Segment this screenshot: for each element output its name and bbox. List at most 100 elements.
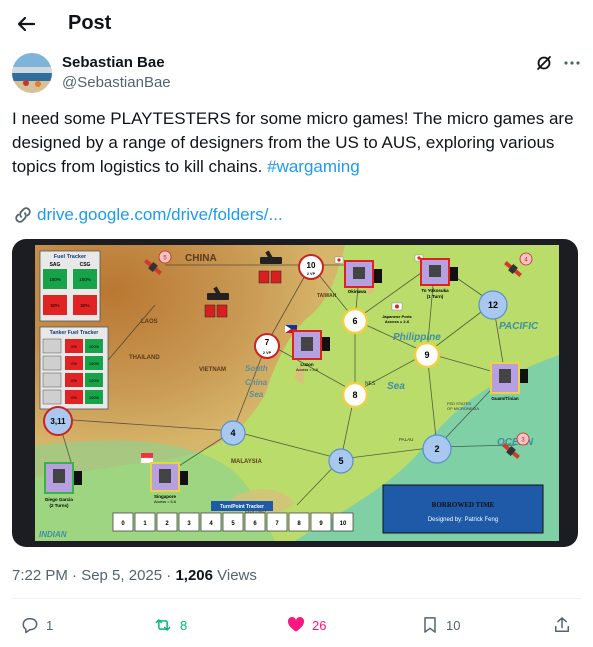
back-button[interactable]: [12, 10, 40, 38]
node-label: 4: [230, 428, 235, 438]
base-label: Diego Garcia: [45, 497, 73, 502]
drive-link-text: drive.google.com/drive/folders/...: [37, 205, 283, 224]
bookmark-button[interactable]: 10: [420, 613, 460, 637]
vp-label: 2 VP: [307, 272, 316, 276]
fuel-tracker: Fuel Tracker SAG CSG 100% 100% 50% 50%: [39, 250, 101, 322]
post-header: Post: [0, 0, 593, 50]
sea-philippine-sea: Sea: [387, 381, 405, 392]
tweet-text: I need some PLAYTESTERS for some micro g…: [12, 107, 577, 179]
sea-philippine: Philippine: [393, 332, 441, 343]
page-title: Post: [68, 12, 112, 34]
more-icon: [564, 61, 580, 65]
sea-china: China: [245, 378, 268, 387]
fuel-cell: 50%: [80, 303, 89, 308]
repost-button[interactable]: 8: [152, 613, 187, 637]
base-label: (1 Turn): [427, 294, 444, 299]
post-timestamp[interactable]: 7:22 PM · Sep 5, 2025 ·: [12, 567, 175, 584]
fuel-cell: 100%: [49, 277, 61, 282]
tanker-cell: 100%: [89, 361, 100, 366]
tanker-cell: 100%: [89, 395, 100, 400]
vp-label: 2 VP: [263, 351, 272, 355]
tanker-tracker-title: Tanker Fuel Tracker: [50, 330, 99, 336]
more-options-button[interactable]: [562, 53, 582, 73]
avatar-image: [12, 53, 52, 93]
like-button[interactable]: 26: [286, 613, 326, 637]
reply-button[interactable]: 1: [20, 613, 53, 637]
repost-icon: [155, 619, 171, 631]
sea-south: South: [245, 364, 268, 373]
fuel-header-csg: CSG: [80, 262, 91, 268]
fuel-tracker-title: Fuel Tracker: [54, 254, 87, 260]
ocean-indian: INDIAN: [39, 530, 67, 539]
region-nes: NES: [365, 381, 376, 387]
region-taiwan: TAIWAN: [317, 293, 337, 299]
tanker-cell: 100%: [89, 378, 100, 383]
fuel-header-sag: SAG: [50, 262, 61, 268]
game-designer: Designed by: Patrick Feng: [428, 517, 498, 523]
node-label: 12: [488, 300, 498, 310]
tanker-fuel-tracker: Tanker Fuel Tracker 0% 100% 0% 100% 0% 1…: [39, 326, 109, 410]
author-handle[interactable]: @SebastianBae: [62, 74, 171, 91]
tweet-media[interactable]: Fuel Tracker SAG CSG 100% 100% 50% 50% T…: [12, 239, 578, 547]
region-vietnam: VIETNAM: [199, 367, 226, 373]
like-count: 26: [312, 617, 327, 633]
node-label: 6: [352, 316, 357, 326]
link-icon: [15, 207, 31, 223]
turn-tracker-title: Turn/Point Tracker: [220, 504, 264, 510]
fuel-cell: 100%: [79, 277, 91, 282]
turn-cell-label: 10: [340, 521, 347, 527]
sea-sea: Sea: [249, 390, 264, 399]
grok-icon: [537, 56, 551, 70]
bookmark-count: 10: [446, 617, 461, 633]
node-label: 7: [265, 338, 270, 347]
node-label: 8: [352, 390, 357, 400]
base-label: (2 Turns): [50, 503, 69, 508]
post-meta: 7:22 PM · Sep 5, 2025 · 1,206 Views: [12, 567, 257, 584]
tanker-cell: 0%: [71, 361, 77, 366]
region-thailand: THAILAND: [129, 355, 160, 361]
author-name[interactable]: Sebastian Bae: [62, 54, 165, 71]
base-label: To Yokosuka: [421, 288, 449, 293]
repost-count: 8: [180, 617, 188, 633]
region-malaysia: MALAYSIA: [231, 459, 262, 465]
game-board-image: Fuel Tracker SAG CSG 100% 100% 50% 50% T…: [35, 245, 559, 541]
view-count: 1,206: [175, 567, 213, 584]
base-label: Access = 5-6: [154, 500, 176, 504]
region-palau: PALAU: [399, 437, 413, 442]
game-title-box: BORROWED TIME Designed by: Patrick Feng: [382, 484, 544, 534]
tanker-cell: 100%: [89, 344, 100, 349]
game-title: BORROWED TIME: [432, 501, 495, 509]
node-label: 10: [307, 261, 316, 270]
reply-count: 1: [46, 617, 54, 633]
base-label: Guam/Tinian: [491, 396, 518, 401]
drive-link[interactable]: drive.google.com/drive/folders/...: [12, 203, 283, 227]
grok-button[interactable]: [534, 53, 554, 73]
share-icon: [555, 617, 569, 632]
tanker-cell: 0%: [71, 378, 77, 383]
node-label: 2: [434, 444, 439, 454]
heart-icon: [287, 616, 305, 632]
tanker-cell: 0%: [71, 344, 77, 349]
ocean-pacific: PACIFIC: [499, 321, 539, 332]
region-laos: LAOS: [141, 319, 158, 325]
reply-icon: [22, 618, 38, 634]
views-label: Views: [212, 567, 257, 584]
ports-access: Access = 2-6: [385, 319, 410, 324]
base-label: Singapore: [154, 494, 177, 499]
share-button[interactable]: [552, 613, 572, 637]
base-label: Luzon: [300, 362, 313, 367]
hashtag-link[interactable]: #wargaming: [267, 157, 360, 176]
fuel-cell: 50%: [50, 303, 59, 308]
region-micronesia: OF MICRONESIA: [447, 406, 479, 411]
back-arrow-icon: [17, 16, 36, 32]
node-label: 5: [338, 456, 343, 466]
base-label: Okinawa: [348, 289, 367, 294]
region-china: CHINA: [185, 253, 217, 264]
node-label: 3,11: [50, 417, 66, 426]
bookmark-icon: [424, 617, 436, 633]
tanker-cell: 0%: [71, 395, 77, 400]
base-label: Access = 4-6: [296, 368, 318, 372]
divider: [12, 598, 581, 599]
avatar[interactable]: [12, 53, 52, 93]
node-label: 9: [424, 350, 429, 360]
